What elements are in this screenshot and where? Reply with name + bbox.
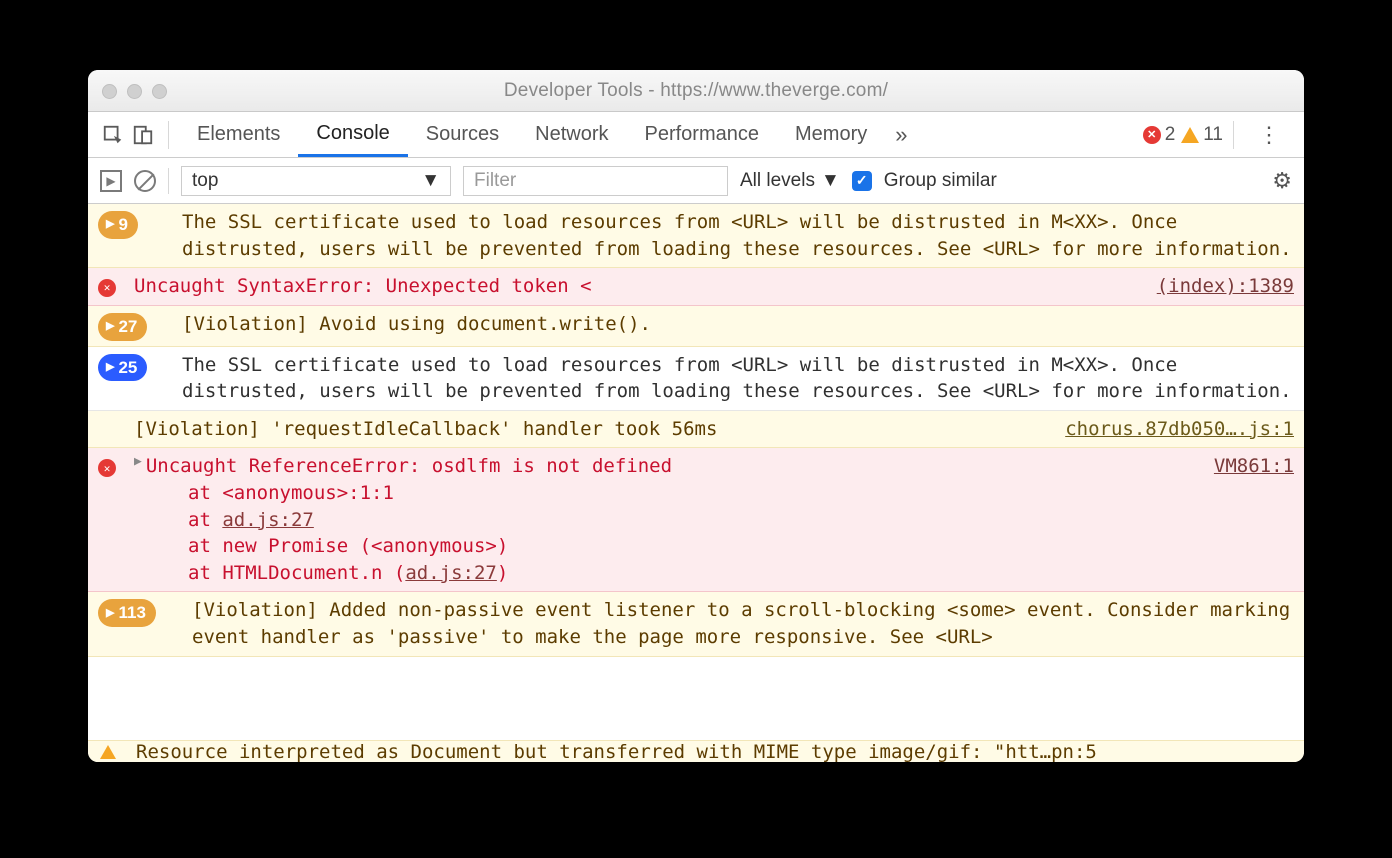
group-similar-label: Group similar (884, 170, 997, 192)
console-message: 25 The SSL certificate used to load reso… (88, 347, 1304, 411)
message-text: Uncaught ReferenceError: osdlfm is not d… (146, 453, 1198, 480)
console-toolbar: ▶ top ▼ All levels ▼ Group similar ⚙ (88, 158, 1304, 204)
window-controls (102, 84, 167, 99)
tab-console[interactable]: Console (298, 112, 407, 157)
console-message-partial: Resource interpreted as Document but tra… (88, 740, 1304, 762)
separator (168, 121, 169, 149)
filter-input[interactable] (463, 166, 728, 196)
message-count-pill[interactable]: 27 (98, 313, 147, 341)
message-text: [Violation] Avoid using document.write()… (182, 311, 1294, 341)
inspect-element-icon[interactable] (98, 120, 128, 150)
clear-console-button[interactable] (134, 170, 156, 192)
console-message: ▶ Uncaught ReferenceError: osdlfm is not… (88, 448, 1304, 592)
error-icon (98, 279, 116, 297)
message-source-link[interactable]: VM861:1 (1198, 453, 1294, 480)
zoom-window-button[interactable] (152, 84, 167, 99)
console-settings-button[interactable]: ⚙ (1272, 168, 1292, 194)
message-count-pill[interactable]: 9 (98, 211, 138, 239)
issue-counts: 2 11 (1143, 124, 1223, 146)
log-levels-selector[interactable]: All levels ▼ (740, 170, 840, 192)
group-similar-checkbox[interactable] (852, 171, 872, 191)
console-message: 113 [Violation] Added non-passive event … (88, 592, 1304, 656)
console-message: Uncaught SyntaxError: Unexpected token <… (88, 268, 1304, 306)
tab-memory[interactable]: Memory (777, 112, 885, 157)
console-message: 27 [Violation] Avoid using document.writ… (88, 306, 1304, 347)
devtools-window: Developer Tools - https://www.theverge.c… (88, 70, 1304, 762)
message-text: [Violation] 'requestIdleCallback' handle… (134, 416, 1049, 443)
message-source-link[interactable]: (index):1389 (1141, 273, 1294, 300)
warning-icon (100, 745, 116, 759)
console-output[interactable]: 9 The SSL certificate used to load resou… (88, 204, 1304, 762)
settings-menu-button[interactable]: ⋮ (1244, 122, 1294, 148)
message-text: The SSL certificate used to load resourc… (182, 209, 1294, 262)
tab-network[interactable]: Network (517, 112, 626, 157)
stack-link[interactable]: ad.js:27 (405, 562, 497, 584)
message-text: [Violation] Added non-passive event list… (192, 597, 1294, 650)
context-selector-value: top (192, 170, 218, 192)
close-window-button[interactable] (102, 84, 117, 99)
error-icon (1143, 126, 1161, 144)
warning-icon (1181, 127, 1199, 143)
message-text: Resource interpreted as Document but tra… (136, 741, 1097, 762)
more-tabs-button[interactable]: » (885, 122, 917, 148)
error-count[interactable]: 2 (1143, 124, 1176, 146)
context-selector[interactable]: top ▼ (181, 166, 451, 196)
tab-performance[interactable]: Performance (627, 112, 778, 157)
chevron-down-icon: ▼ (421, 170, 440, 192)
tab-elements[interactable]: Elements (179, 112, 298, 157)
message-count-pill[interactable]: 113 (98, 599, 156, 627)
message-count-pill[interactable]: 25 (98, 354, 147, 382)
toggle-console-sidebar-button[interactable]: ▶ (100, 170, 122, 192)
separator (168, 168, 169, 194)
log-levels-label: All levels (740, 170, 815, 192)
warning-count-value: 11 (1203, 124, 1223, 146)
stack-link[interactable]: ad.js:27 (222, 509, 314, 531)
stack-trace: at <anonymous>:1:1 at ad.js:27 at new Pr… (94, 480, 1294, 586)
expand-toggle-icon[interactable]: ▶ (134, 453, 142, 480)
device-toolbar-icon[interactable] (128, 120, 158, 150)
message-source-link[interactable]: chorus.87db050….js:1 (1049, 416, 1294, 443)
panel-tabs: Elements Console Sources Network Perform… (179, 112, 885, 157)
message-text: The SSL certificate used to load resourc… (182, 352, 1294, 405)
error-icon (98, 459, 116, 477)
window-title: Developer Tools - https://www.theverge.c… (504, 80, 888, 102)
warning-count[interactable]: 11 (1181, 124, 1223, 146)
console-message: [Violation] 'requestIdleCallback' handle… (88, 411, 1304, 449)
message-text: Uncaught SyntaxError: Unexpected token < (134, 273, 1141, 300)
separator (1233, 121, 1234, 149)
console-message: 9 The SSL certificate used to load resou… (88, 204, 1304, 268)
tab-sources[interactable]: Sources (408, 112, 517, 157)
main-tabbar: Elements Console Sources Network Perform… (88, 112, 1304, 158)
titlebar: Developer Tools - https://www.theverge.c… (88, 70, 1304, 112)
minimize-window-button[interactable] (127, 84, 142, 99)
error-count-value: 2 (1165, 124, 1176, 146)
chevron-down-icon: ▼ (821, 170, 840, 192)
